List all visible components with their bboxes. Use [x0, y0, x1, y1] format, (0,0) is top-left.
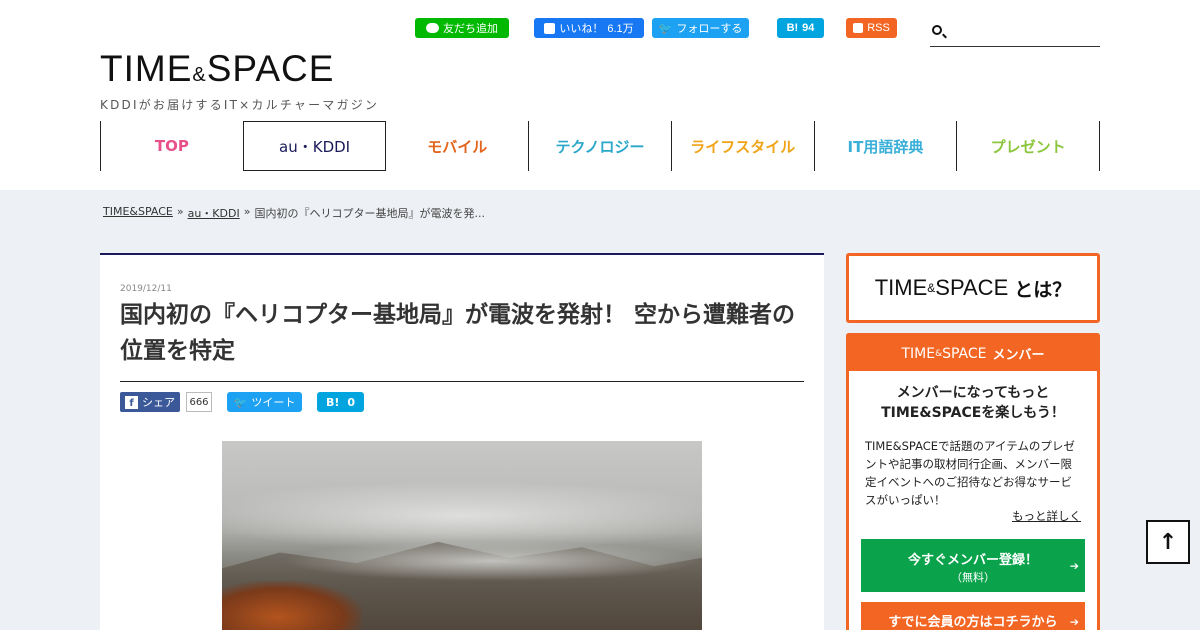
share-buttons: f シェア 666 🐦 ツイート B! 0 [120, 392, 364, 412]
hatena-icon: B! [786, 22, 799, 34]
twitter-follow-button[interactable]: 🐦 フォローする [652, 18, 749, 38]
nav-item-mobile[interactable]: モバイル [386, 121, 530, 171]
member-panel-header: TIME & SPACE メンバー [849, 336, 1097, 371]
nav-item-lifestyle[interactable]: ライフスタイル [672, 121, 815, 171]
member-panel: TIME & SPACE メンバー メンバーになってもっと TIME&SPACEを楽し… [846, 333, 1100, 630]
search-input[interactable] [930, 18, 1100, 47]
login-button[interactable]: すでに会員の方はコチラから ➔ [861, 602, 1085, 630]
rss-icon [853, 23, 864, 33]
rss-button[interactable]: RSS [846, 18, 897, 38]
facebook-icon: f [125, 395, 138, 409]
line-friend-button[interactable]: 友だち追加 [415, 18, 509, 38]
tweet-label: ツイート [251, 396, 296, 409]
main-nav: TOP au・KDDI モバイル テクノロジー ライフスタイル IT用語辞典 プ… [100, 121, 1101, 171]
breadcrumb-separator: » [176, 205, 184, 218]
hatena-count: 94 [802, 22, 815, 34]
hatena-share-count: 0 [347, 395, 356, 409]
site-logo[interactable]: TIME&SPACE KDDIがお届けするIT×カルチャーマガジン [100, 50, 379, 113]
breadcrumb-current: 国内初の『ヘリコプター基地局』が電波を発... [254, 207, 485, 220]
register-label: 今すぐメンバー登録！ [907, 553, 1038, 568]
member-description: TIME&SPACEで話題のアイテムのプレゼントや記事の取材同行企画、メンバー限… [865, 439, 1075, 507]
nav-item-top[interactable]: TOP [101, 121, 244, 171]
facebook-share-button[interactable]: f シェア [120, 392, 180, 412]
logo-wordmark: TIME&SPACE [100, 48, 335, 89]
hero-image [222, 441, 702, 630]
article-date: 2019/12/11 [120, 284, 172, 294]
facebook-share-label: シェア [142, 396, 175, 409]
register-button[interactable]: 今すぐメンバー登録！ （無料） ➔ [861, 539, 1085, 592]
article: 2019/12/11 国内初の『ヘリコプター基地局』が電波を発射！ 空から遭難者… [100, 253, 824, 630]
nav-item-present[interactable]: プレゼント [957, 121, 1101, 171]
breadcrumb-category[interactable]: au・KDDI [188, 205, 240, 221]
line-icon [426, 23, 439, 33]
arrow-right-icon: ➔ [1069, 559, 1079, 572]
rss-label: RSS [867, 22, 890, 34]
breadcrumb: TIME&SPACE » au・KDDI » 国内初の『ヘリコプター基地局』が電… [103, 205, 485, 221]
member-lead: メンバーになってもっと TIME&SPACEを楽しもう！ [881, 385, 1065, 421]
tweet-button[interactable]: 🐦 ツイート [227, 392, 302, 412]
nav-item-au-kddi[interactable]: au・KDDI [243, 121, 387, 171]
nav-item-it-glossary[interactable]: IT用語辞典 [815, 121, 958, 171]
back-to-top-button[interactable]: ↑ [1146, 520, 1190, 564]
arrow-up-icon: ↑ [1158, 529, 1178, 555]
about-banner[interactable]: TIME & SPACE とは？ [846, 253, 1100, 323]
facebook-like-count: 6.1万 [607, 23, 634, 35]
member-more-link[interactable]: もっと詳しく [1012, 508, 1081, 524]
logo-tagline: KDDIがお届けするIT×カルチャーマガジン [100, 98, 380, 112]
line-label: 友だち追加 [443, 23, 498, 35]
facebook-like-button[interactable]: いいね！ 6.1万 [534, 18, 644, 38]
twitter-follow-label: フォローする [676, 23, 743, 35]
breadcrumb-home[interactable]: TIME&SPACE [103, 205, 173, 221]
facebook-share-count: 666 [186, 392, 212, 412]
login-label: すでに会員の方はコチラから [888, 615, 1058, 630]
register-note: （無料） [951, 571, 995, 584]
nav-item-technology[interactable]: テクノロジー [529, 121, 672, 171]
site-header: 友だち追加 いいね！ 6.1万 🐦 フォローする B! 94 RSS TIME&… [0, 0, 1200, 190]
search-icon[interactable] [932, 25, 942, 35]
breadcrumb-separator: » [243, 205, 251, 218]
article-title: 国内初の『ヘリコプター基地局』が電波を発射！ 空から遭難者の位置を特定 [120, 297, 804, 382]
hatena-share-button[interactable]: B! 0 [317, 392, 364, 412]
arrow-right-icon: ➔ [1069, 615, 1079, 629]
facebook-like-label: いいね！ [559, 23, 604, 35]
twitter-bird-icon: 🐦 [658, 22, 673, 35]
thumbs-up-icon [544, 22, 556, 34]
twitter-bird-icon: 🐦 [233, 395, 248, 409]
hatena-icon: B! [325, 395, 340, 409]
hatena-bookmark-button[interactable]: B! 94 [777, 18, 824, 38]
